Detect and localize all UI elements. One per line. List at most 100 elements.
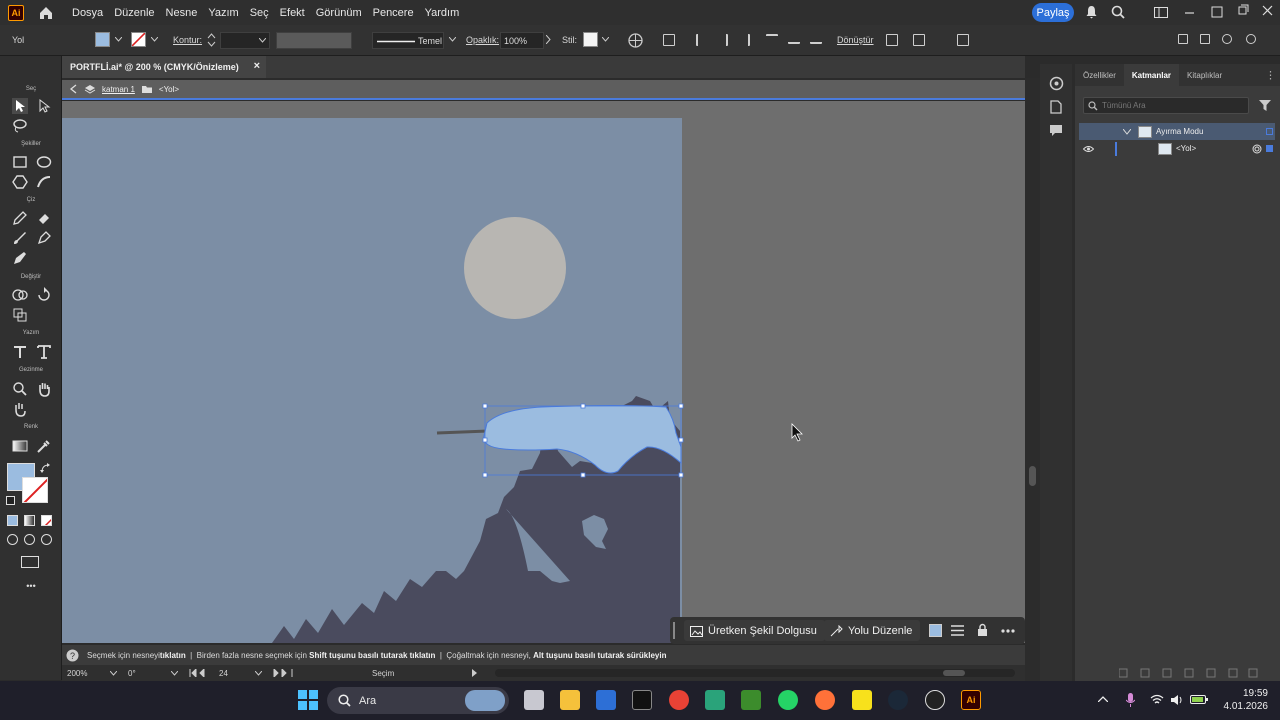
swap-colors-icon[interactable] [40,463,51,474]
color-mode-icon[interactable] [7,515,18,526]
align-bottom-icon[interactable] [810,34,822,44]
ellipse-tool-icon[interactable] [36,154,52,170]
align-to-icon[interactable] [663,34,675,46]
graphic-style-swatch[interactable] [583,32,598,47]
back-arrow-icon[interactable] [68,84,78,94]
taskbar-clock[interactable]: 19:59 4.01.2026 [1224,687,1269,713]
bell-icon[interactable] [1085,5,1098,19]
previous-artboard-icon[interactable] [189,669,211,677]
taskbar-search[interactable]: Ara [327,687,509,714]
opacity-field[interactable]: 100% [500,32,544,49]
menu-effect[interactable]: Efekt [280,7,305,19]
drag-handle-icon[interactable] [673,622,675,639]
chevron-right-icon[interactable] [472,669,477,677]
horizontal-scrollbar[interactable] [495,669,1015,677]
transform-label[interactable]: Dönüştür [837,35,874,45]
next-artboard-icon[interactable] [271,669,293,677]
windows-start-icon[interactable] [298,690,318,710]
more-options-icon[interactable] [1001,629,1015,633]
grid-icon[interactable] [1178,34,1188,44]
align-middle-icon[interactable] [788,34,800,44]
panel-menu-icon[interactable] [1269,70,1272,82]
shaper-tool-icon[interactable] [36,174,52,190]
eye-icon[interactable] [1083,145,1094,153]
sticky-notes-icon[interactable] [852,690,872,710]
more-tools-icon[interactable]: ••• [0,581,62,591]
align-top-icon[interactable] [766,34,778,44]
recolor-artwork-icon[interactable] [628,33,643,48]
stroke-label[interactable]: Kontur: [173,35,202,45]
file-explorer-icon[interactable] [560,690,580,710]
calculator-icon[interactable] [705,690,725,710]
tab-layers[interactable]: Katmanlar [1123,64,1180,86]
shape-builder-tool-icon[interactable] [12,287,28,303]
default-colors-icon[interactable] [6,496,15,505]
wifi-icon[interactable] [1150,694,1164,705]
fill-swatch[interactable] [95,32,110,47]
selection-indicator[interactable] [1266,145,1273,152]
battery-icon[interactable] [1190,694,1208,705]
comments-icon[interactable] [1049,124,1063,138]
workspace-icon[interactable] [1154,7,1168,18]
chevron-down-icon[interactable] [449,37,456,42]
color-guide-icon[interactable] [1049,76,1064,91]
menu-edit[interactable]: Düzenle [114,7,154,19]
rotate-tool-icon[interactable] [36,287,52,303]
chevron-down-icon[interactable] [151,37,158,42]
draw-inside-icon[interactable] [41,534,52,545]
share-button[interactable]: Paylaş [1032,3,1074,22]
isolate-icon[interactable] [886,34,898,46]
steam-icon[interactable] [888,690,908,710]
pencil-tool-icon[interactable] [12,210,28,226]
touch-type-tool-icon[interactable] [12,344,28,360]
menu-type[interactable]: Yazım [208,7,238,19]
lock-icon[interactable] [977,623,988,637]
screen-mode-icon[interactable] [21,556,39,568]
chevron-down-icon[interactable] [602,37,609,42]
menu-help[interactable]: Yardım [425,7,460,19]
align-center-icon[interactable] [718,34,728,46]
pen-tool-icon[interactable] [36,230,52,246]
gradient-mode-icon[interactable] [24,515,35,526]
layers-search-input[interactable]: Tümünü Ara [1083,97,1249,114]
paintbrush-tool-icon[interactable] [12,230,28,246]
tab-properties[interactable]: Özellikler [1075,64,1124,86]
filter-icon[interactable] [1259,100,1271,111]
direct-selection-tool-icon[interactable] [36,98,52,114]
shape-builder-icon[interactable] [1200,34,1210,44]
chevron-down-icon[interactable] [171,671,178,676]
search-icon[interactable] [1111,5,1125,19]
opacity-label[interactable]: Opaklık: [466,35,499,45]
generative-fill-button[interactable]: Üretken Şekil Dolgusu [684,620,825,641]
layer-row[interactable]: Ayırma Modu [1079,123,1275,140]
crop-image-icon[interactable] [957,34,969,46]
obs-icon[interactable] [925,690,945,710]
lasso-tool-icon[interactable] [12,118,28,134]
align-menu-icon[interactable] [951,625,964,636]
eraser-tool-icon[interactable] [36,210,52,226]
menu-window[interactable]: Pencere [373,7,414,19]
fill-swatch[interactable] [929,624,942,637]
zoom-level[interactable]: 200% [67,669,87,678]
mail-icon[interactable] [596,690,616,710]
artboard-number[interactable]: 24 [219,669,228,678]
chevron-right-icon[interactable] [546,35,551,44]
stroke-swatch[interactable] [131,32,146,47]
chrome-icon[interactable] [669,690,689,710]
close-tab-icon[interactable]: × [254,60,260,72]
hand-tool-icon[interactable] [36,381,52,397]
stroke-stepper[interactable] [207,32,216,48]
layer-row[interactable]: <Yol> [1079,140,1275,157]
restore-window-icon[interactable] [1211,6,1223,18]
document-tab[interactable]: PORTFLİ.ai* @ 200 % (CMYK/Önizleme) × [62,56,266,78]
draw-behind-icon[interactable] [24,534,35,545]
edit-path-button[interactable]: Yolu Düzenle [824,620,921,641]
rotation-value[interactable]: 0° [128,669,136,678]
stroke-style-select[interactable]: Temel [372,32,444,49]
live-paint-tool-icon[interactable] [12,307,28,323]
target-icon[interactable] [1252,144,1262,154]
vertical-scroll-thumb[interactable] [1029,466,1036,486]
rotate-view-tool-icon[interactable] [12,401,28,417]
vertical-scrollbar[interactable] [1025,78,1040,681]
chevron-down-icon[interactable] [115,37,122,42]
